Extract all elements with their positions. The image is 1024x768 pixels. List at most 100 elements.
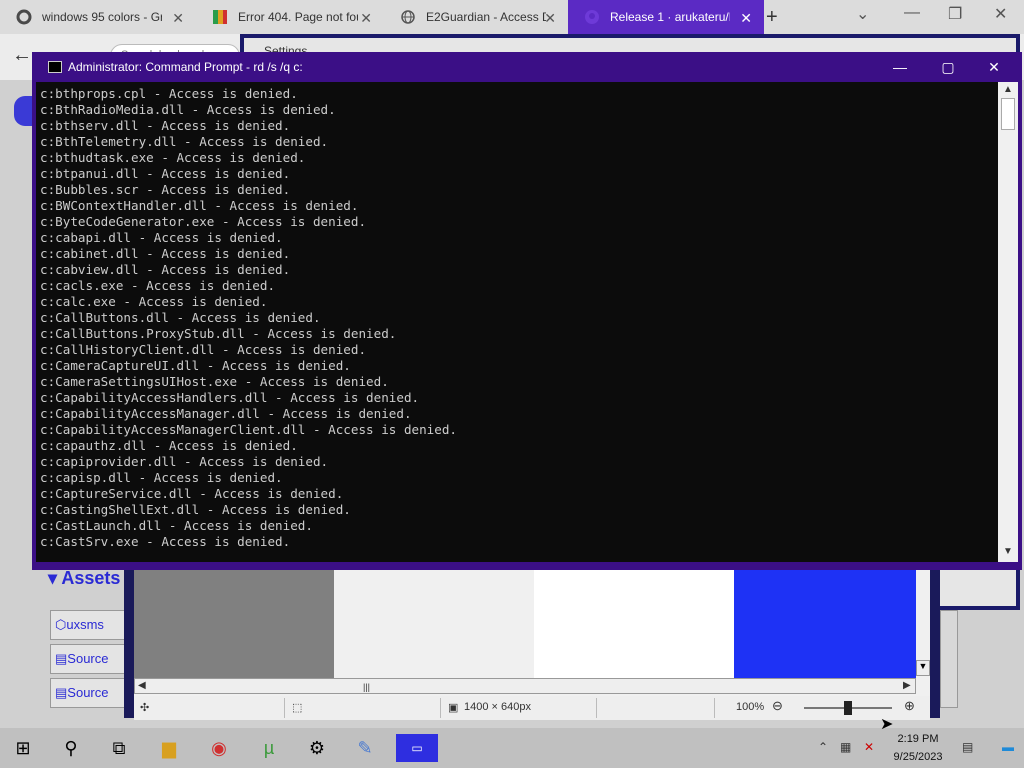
cmd-minimize-button[interactable]: — [878,54,922,80]
network-icon[interactable]: ▦ [840,740,851,754]
divider [596,698,597,718]
close-tab-icon[interactable]: ✕ [740,10,752,27]
tab-e2guardian[interactable]: E2Guardian - Access De ✕ [384,0,568,34]
back-arrow-icon[interactable]: ← [12,44,32,67]
selection-size-icon: ⬚ [292,702,303,714]
tab-error-404[interactable]: Error 404. Page not fou ✕ [196,0,384,34]
github-icon [585,10,599,24]
google-icon [16,9,32,25]
globe-icon [401,10,415,24]
tab-label: E2Guardian - Access De [426,10,546,24]
console-line: c:CallButtons.dll - Access is denied. [40,310,321,325]
page-side-panel [940,610,958,708]
tab-label: Error 404. Page not fou [238,10,358,24]
console-line: c:capiprovider.dll - Access is denied. [40,454,329,469]
cmd-vertical-scrollbar[interactable]: ▲ ▼ [998,82,1018,562]
scroll-down-arrow-icon[interactable]: ▼ [916,660,930,676]
close-tab-icon[interactable]: ✕ [360,10,372,27]
utorrent-icon[interactable]: µ [254,734,284,762]
image-size-readout: 1400 × 640px [464,701,531,713]
taskbar: ⊞ ⚲ ⧉ ▆ ◉ µ ⚙ ✎ ▭ ⌃ ▦ ✕ 2:19 PM 9/25/202… [0,728,1024,768]
page-icon [213,10,227,24]
scroll-right-arrow-icon[interactable]: ▶ [903,680,911,691]
console-line: c:capisp.dll - Access is denied. [40,470,283,485]
paint-canvas-area: ▼ ◀ ||| ▶ ✣ ⬚ ▣ 1400 × 640px 100% ⊖ ⊕ [134,570,930,720]
tab-google-search[interactable]: windows 95 colors - Gr ✕ [0,0,196,34]
scroll-thumb[interactable]: ||| [363,682,370,692]
tab-label: Release 1 · arukateru/B [610,10,730,24]
restore-window-icon[interactable]: ❐ [948,4,962,24]
cmd-close-button[interactable]: ✕ [972,54,1016,80]
cmd-title-bar[interactable]: Administrator: Command Prompt - rd /s /q… [32,52,1022,82]
paint-status-bar: ✣ ⬚ ▣ 1400 × 640px 100% ⊖ ⊕ [134,696,930,720]
cmd-window-title: Administrator: Command Prompt - rd /s /q… [68,60,303,74]
notification-icon[interactable]: ▤ [962,740,973,754]
show-hidden-icons-chevron[interactable]: ⌃ [818,740,828,754]
close-tab-icon[interactable]: ✕ [544,10,556,27]
minimize-window-icon[interactable]: — [904,4,920,22]
console-line: c:capauthz.dll - Access is denied. [40,438,298,453]
console-line: c:bthserv.dll - Access is denied. [40,118,291,133]
new-tab-button[interactable]: + [766,6,778,29]
cmd-maximize-button[interactable]: ▢ [926,54,970,80]
horizontal-scrollbar[interactable]: ◀ ||| ▶ [134,678,916,694]
zoom-in-icon[interactable]: ⊕ [904,698,915,714]
console-line: c:cabapi.dll - Access is denied. [40,230,283,245]
clock-time: 2:19 PM [897,733,939,745]
paint-icon[interactable]: ✎ [350,734,380,762]
cmd-console-output[interactable]: c:bthprops.cpl - Access is denied. c:BthR… [36,82,998,562]
zip-file-icon: ▤ [55,651,68,666]
divider [284,698,285,718]
canvas-swatch-blue[interactable] [734,570,916,678]
asset-link-source-tar[interactable]: ▤Source [50,678,128,708]
console-line: c:CastingShellExt.dll - Access is denied… [40,502,351,517]
asset-label: uxsms [66,617,104,632]
task-view-icon[interactable]: ⧉ [104,734,134,762]
console-line: c:CastLaunch.dll - Access is denied. [40,518,313,533]
assets-heading[interactable]: ▾ Assets [48,568,120,589]
file-explorer-icon[interactable]: ▆ [154,734,184,762]
canvas-swatch-gray[interactable] [134,570,334,678]
cmd-app-icon [48,61,62,73]
asset-label: Source [67,685,109,700]
asset-link-uxsms[interactable]: ⬡uxsms [50,610,128,640]
search-icon[interactable]: ⚲ [56,734,86,762]
move-cursor-icon: ✣ [140,702,150,714]
console-line: c:CapabilityAccessHandlers.dll - Access … [40,390,420,405]
settings-gear-icon[interactable]: ⚙ [302,734,332,762]
image-size-icon: ▣ [448,702,459,714]
zoom-slider-knob[interactable] [844,701,852,715]
scroll-thumb[interactable] [1001,98,1015,130]
console-line: c:cabinet.dll - Access is denied. [40,246,291,261]
canvas-swatch-white[interactable] [534,570,734,678]
tab-search-chevron-icon[interactable]: ⌄ [856,4,869,24]
volume-muted-icon[interactable]: ✕ [864,740,874,754]
scroll-left-arrow-icon[interactable]: ◀ [138,680,146,691]
console-line: c:CallButtons.ProxyStub.dll - Access is … [40,326,397,341]
show-desktop-icon[interactable]: ▬ [1002,740,1014,754]
console-line: c:BthTelemetry.dll - Access is denied. [40,134,329,149]
tab-label: windows 95 colors - Gr [42,10,162,24]
zip-file-icon: ▤ [55,685,68,700]
close-tab-icon[interactable]: ✕ [172,10,184,27]
tab-release-1[interactable]: Release 1 · arukateru/B ✕ [568,0,764,34]
console-line: c:bthprops.cpl - Access is denied. [40,86,298,101]
scroll-down-arrow-icon[interactable]: ▼ [1000,546,1016,560]
console-line: c:CameraCaptureUI.dll - Access is denied… [40,358,351,373]
chrome-icon[interactable]: ◉ [204,734,234,762]
start-icon[interactable]: ⊞ [8,734,38,762]
system-clock[interactable]: 2:19 PM 9/25/2023 [888,730,948,766]
console-line: c:CapabilityAccessManagerClient.dll - Ac… [40,422,458,437]
close-window-icon[interactable]: ✕ [994,4,1007,24]
clock-date: 9/25/2023 [893,751,943,763]
zoom-out-icon[interactable]: ⊖ [772,698,783,714]
asset-link-source-zip[interactable]: ▤Source [50,644,128,674]
browser-tab-bar: windows 95 colors - Gr ✕ Error 404. Page… [0,0,1024,34]
canvas-swatch-light[interactable] [334,570,534,678]
console-line: c:CaptureService.dll - Access is denied. [40,486,344,501]
console-line: c:ByteCodeGenerator.exe - Access is deni… [40,214,367,229]
command-prompt-window: Administrator: Command Prompt - rd /s /q… [32,52,1022,570]
scroll-up-arrow-icon[interactable]: ▲ [1000,84,1016,98]
terminal-icon[interactable]: ▭ [396,734,438,762]
console-line: c:calc.exe - Access is denied. [40,294,268,309]
